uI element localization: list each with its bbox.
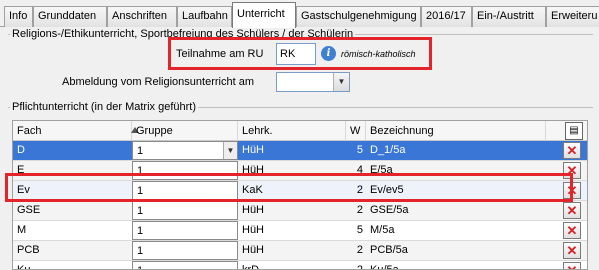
cell-fach: M bbox=[17, 224, 27, 236]
cell-bezeichnung: D_1/5a bbox=[370, 144, 406, 156]
tab-info[interactable]: Info bbox=[4, 6, 33, 27]
cell-lehrk: HüH bbox=[242, 244, 265, 256]
cell-gruppe[interactable]: 1 bbox=[132, 261, 238, 269]
delete-icon[interactable]: ✕ bbox=[563, 222, 581, 239]
tab-schuljahr[interactable]: 2016/17 bbox=[421, 6, 472, 27]
cell-gruppe[interactable]: 1 bbox=[132, 241, 238, 260]
cell-w: 2 bbox=[356, 244, 363, 256]
table-row[interactable]: Ku 1 krD 2 Ku/5a ✕ bbox=[13, 261, 587, 270]
abmeldung-label: Abmeldung vom Religionsunterricht am bbox=[62, 76, 254, 88]
abmeldung-date-picker[interactable]: ▼ bbox=[276, 72, 350, 92]
cell-bezeichnung: Ku/5a bbox=[370, 264, 399, 270]
column-fach[interactable]: Fach bbox=[13, 121, 132, 141]
cell-w: 2 bbox=[356, 204, 363, 216]
tab-erweiterung[interactable]: Erweiteru bbox=[546, 6, 599, 27]
column-w[interactable]: W bbox=[346, 121, 366, 141]
cell-gruppe[interactable]: 1 bbox=[132, 221, 238, 240]
grid-menu-icon[interactable]: ▤ bbox=[565, 122, 583, 140]
teilnahme-highlight bbox=[168, 37, 432, 70]
cell-lehrk: HüH bbox=[242, 144, 265, 156]
cell-fach: D bbox=[17, 144, 25, 156]
tab-ein-austritt[interactable]: Ein-/Austritt bbox=[472, 6, 546, 27]
table-row[interactable]: GSE 1 HüH 2 GSE/5a ✕ bbox=[13, 201, 587, 221]
cell-w: 5 bbox=[356, 144, 363, 156]
cell-w: 5 bbox=[356, 224, 363, 236]
tab-laufbahn[interactable]: Laufbahn bbox=[177, 6, 232, 27]
table-row[interactable]: D 1 ▼ HüH 5 D_1/5a ✕ bbox=[13, 141, 587, 161]
delete-icon[interactable]: ✕ bbox=[563, 142, 581, 159]
tab-anschriften[interactable]: Anschriften bbox=[107, 6, 177, 27]
cell-bezeichnung: GSE/5a bbox=[370, 204, 409, 216]
gruppe-dropdown[interactable]: 1 ▼ bbox=[132, 141, 238, 160]
delete-icon[interactable]: ✕ bbox=[563, 262, 581, 269]
chevron-down-icon[interactable]: ▼ bbox=[223, 142, 237, 159]
grid-header: Fach Gruppe Lehrk. W Bezeichnung ▤ bbox=[13, 121, 587, 141]
ev-row-highlight bbox=[5, 173, 573, 202]
cell-fach: Ku bbox=[17, 264, 31, 270]
tab-grunddaten[interactable]: Grunddaten bbox=[33, 6, 107, 27]
column-bezeichnung[interactable]: Bezeichnung bbox=[366, 121, 546, 141]
cell-lehrk: HüH bbox=[242, 224, 265, 236]
cell-gruppe[interactable]: 1 bbox=[132, 201, 238, 220]
cell-bezeichnung: PCB/5a bbox=[370, 244, 408, 256]
delete-icon[interactable]: ✕ bbox=[563, 242, 581, 259]
column-gruppe[interactable]: Gruppe bbox=[132, 121, 238, 141]
cell-fach: GSE bbox=[17, 204, 41, 216]
cell-gruppe: 1 bbox=[137, 145, 144, 157]
table-row[interactable]: M 1 HüH 5 M/5a ✕ bbox=[13, 221, 587, 241]
pflicht-group-title: Pflichtunterricht (in der Matrix geführt… bbox=[10, 101, 199, 114]
cell-w: 2 bbox=[356, 264, 363, 270]
cell-lehrk: krD bbox=[242, 264, 260, 270]
cell-bezeichnung: M/5a bbox=[370, 224, 395, 236]
column-lehrk[interactable]: Lehrk. bbox=[238, 121, 346, 141]
chevron-down-icon[interactable]: ▼ bbox=[333, 73, 349, 91]
cell-fach: PCB bbox=[17, 244, 40, 256]
tab-unterricht[interactable]: Unterricht bbox=[232, 2, 296, 28]
cell-lehrk: HüH bbox=[242, 204, 265, 216]
delete-icon[interactable]: ✕ bbox=[563, 202, 581, 219]
tab-strip: Info Grunddaten Anschriften Laufbahn Unt… bbox=[0, 0, 599, 28]
tab-gastschulgenehmigung[interactable]: Gastschulgenehmigung bbox=[296, 6, 421, 27]
table-row[interactable]: PCB 1 HüH 2 PCB/5a ✕ bbox=[13, 241, 587, 261]
